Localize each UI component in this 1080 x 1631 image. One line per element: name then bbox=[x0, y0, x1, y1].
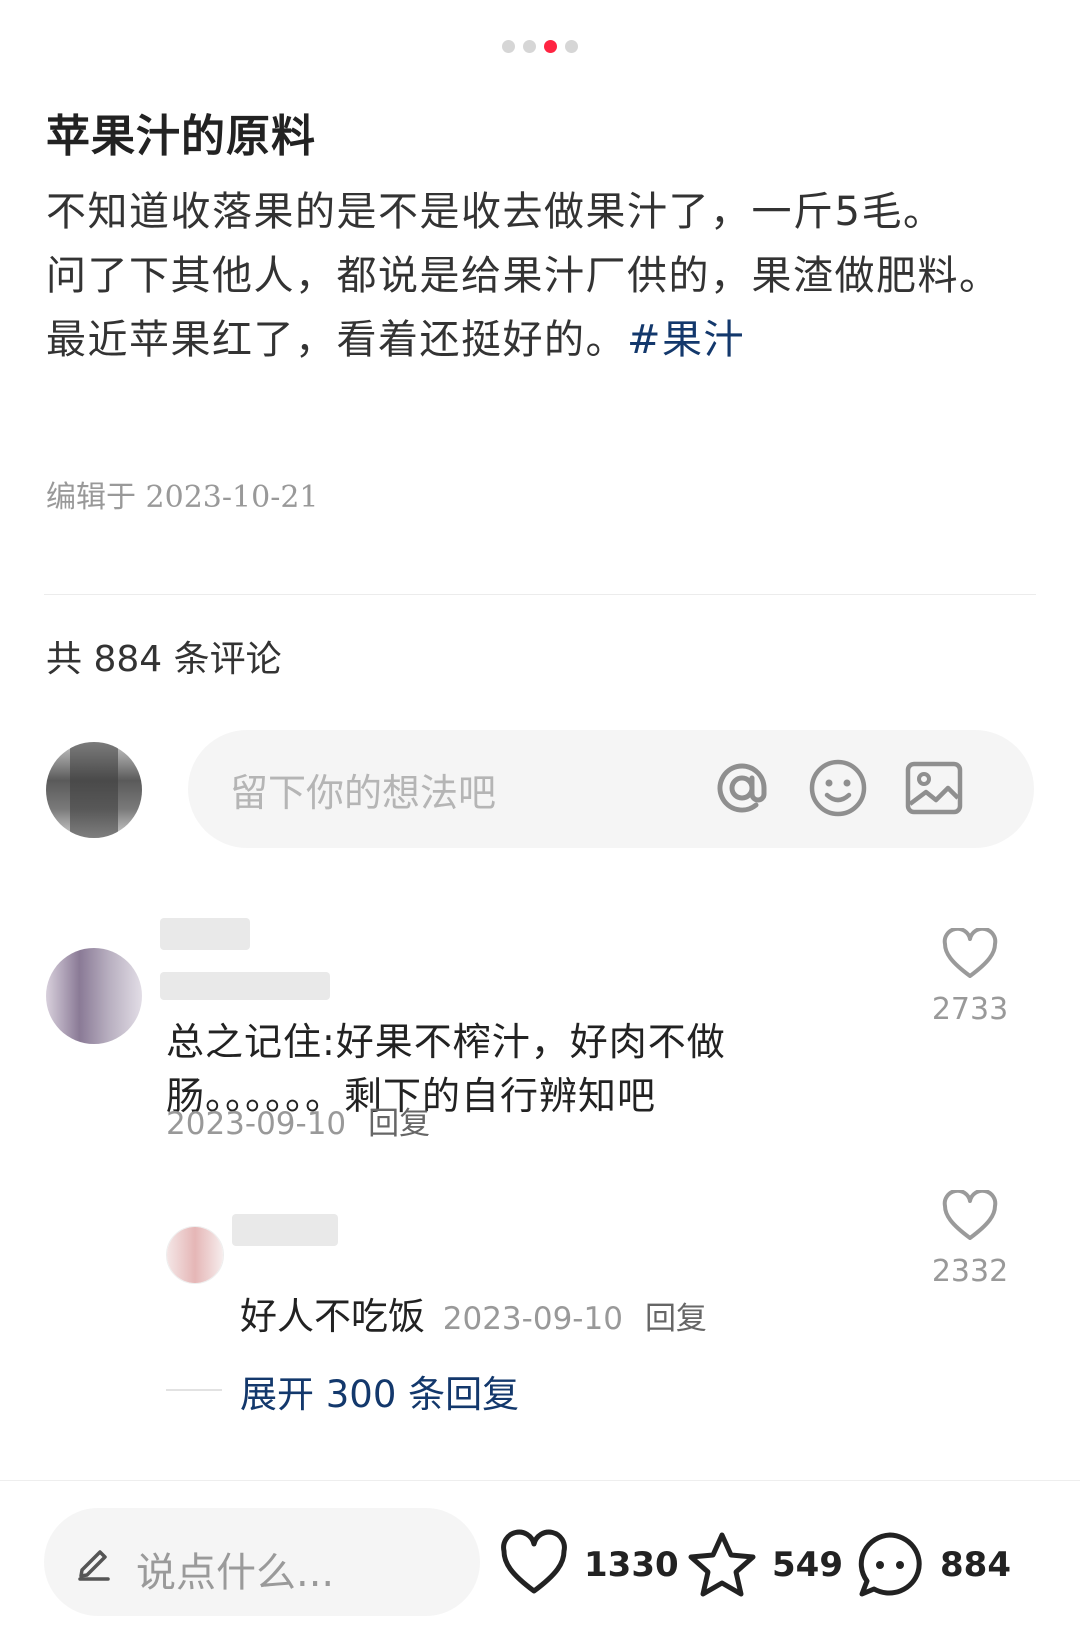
comment-input-placeholder: 留下你的想法吧 bbox=[230, 771, 497, 815]
reply-button[interactable]: 回复 bbox=[368, 1106, 430, 1142]
reply-like-button[interactable]: 2332 bbox=[920, 1190, 1020, 1289]
commenter-avatar[interactable] bbox=[46, 948, 142, 1044]
post-body-line: 问了下其他人，都说是给果汁厂供的，果渣做肥料。 bbox=[46, 253, 1001, 299]
reply-like-count: 2332 bbox=[931, 1254, 1009, 1289]
reply-button[interactable]: 回复 bbox=[645, 1301, 707, 1337]
say-something-placeholder: 说点什么... bbox=[136, 1550, 335, 1596]
current-user-avatar[interactable] bbox=[46, 742, 142, 838]
commenter-username-blurred bbox=[160, 972, 330, 1000]
comment-meta: 2023-09-10 回复 bbox=[166, 1098, 430, 1143]
replier-avatar[interactable] bbox=[166, 1226, 224, 1284]
post-title: 苹果汁的原料 bbox=[46, 111, 316, 162]
hashtag-link[interactable]: #果汁 bbox=[627, 317, 745, 363]
favorite-button[interactable]: 549 bbox=[686, 1528, 843, 1602]
comment-button[interactable]: 884 bbox=[854, 1528, 1011, 1602]
comment-count: 884 bbox=[940, 1545, 1011, 1585]
star-icon bbox=[688, 1532, 756, 1597]
reply-date: 2023-09-10 bbox=[442, 1301, 623, 1337]
expand-line bbox=[166, 1389, 222, 1391]
carousel-indicator bbox=[0, 40, 1080, 54]
post-body-line: 不知道收落果的是不是收去做果汁了，一斤5毛。 bbox=[46, 189, 945, 235]
reply-content[interactable]: 好人不吃饭 2023-09-10 回复 bbox=[240, 1286, 707, 1340]
comment-like-button[interactable]: 2733 bbox=[920, 928, 1020, 1027]
heart-icon bbox=[942, 928, 998, 978]
carousel-dot[interactable] bbox=[502, 40, 515, 53]
image-icon[interactable] bbox=[902, 756, 966, 820]
bottom-divider bbox=[0, 1480, 1080, 1481]
replier-username[interactable] bbox=[232, 1214, 338, 1246]
heart-icon bbox=[501, 1529, 567, 1594]
favorite-count: 549 bbox=[772, 1545, 843, 1585]
comment-bubble-icon bbox=[858, 1532, 922, 1597]
comment-like-count: 2733 bbox=[931, 992, 1009, 1027]
expand-replies-button[interactable]: 展开 300 条回复 bbox=[240, 1364, 519, 1418]
divider bbox=[44, 594, 1036, 595]
carousel-dot[interactable] bbox=[523, 40, 536, 53]
post-body-text: 最近苹果红了，看着还挺好的。 bbox=[46, 317, 627, 363]
pencil-icon bbox=[78, 1550, 110, 1581]
reply-meta: 2023-09-10 回复 bbox=[443, 1301, 707, 1337]
commenter-username[interactable] bbox=[160, 918, 250, 950]
post-body-line: 最近苹果红了，看着还挺好的。#果汁 bbox=[46, 308, 1046, 372]
emoji-icon[interactable] bbox=[806, 756, 870, 820]
like-button[interactable]: 1330 bbox=[498, 1528, 679, 1602]
heart-icon bbox=[942, 1190, 998, 1240]
post-body: 不知道收落果的是不是收去做果汁了，一斤5毛。 问了下其他人，都说是给果汁厂供的，… bbox=[46, 180, 1046, 372]
like-count: 1330 bbox=[584, 1545, 679, 1585]
edited-date: 编辑于 2023-10-21 bbox=[46, 480, 319, 515]
reply-text: 好人不吃饭 bbox=[240, 1295, 425, 1338]
carousel-dot[interactable] bbox=[565, 40, 578, 53]
comment-count-heading: 共 884 条评论 bbox=[46, 639, 282, 680]
carousel-dot-active[interactable] bbox=[544, 40, 557, 53]
at-icon[interactable] bbox=[710, 756, 774, 820]
comment-date: 2023-09-10 bbox=[166, 1106, 347, 1142]
